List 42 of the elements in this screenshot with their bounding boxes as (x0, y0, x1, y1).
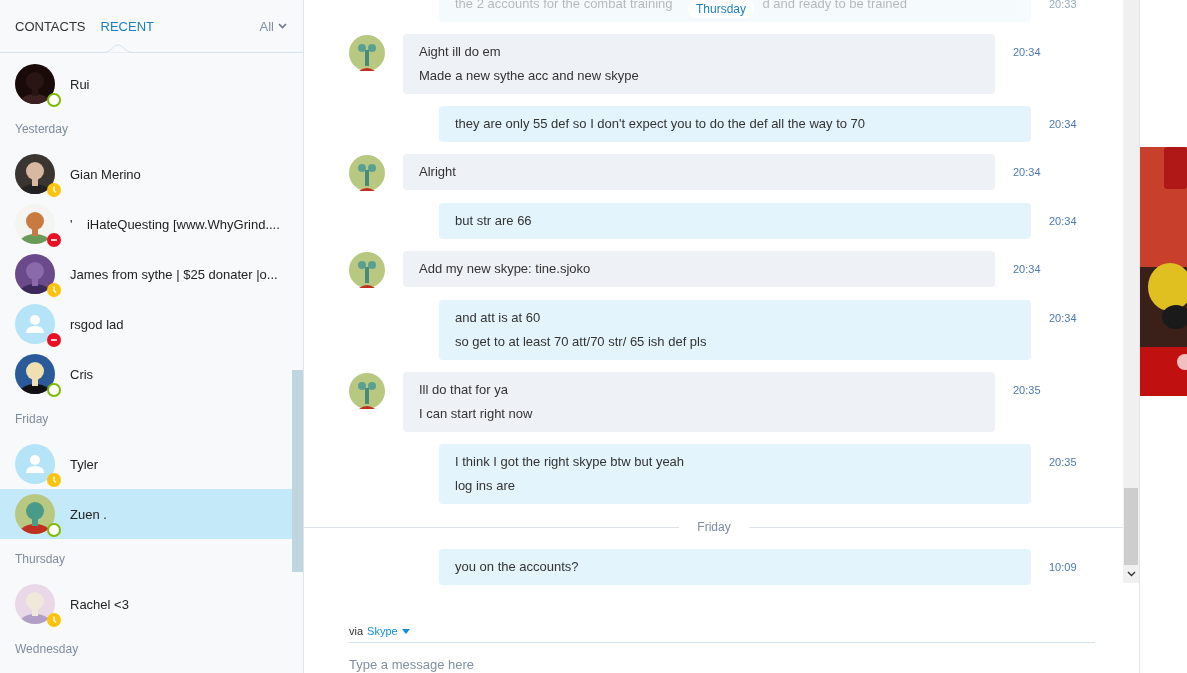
message-time: 20:34 (1013, 45, 1041, 60)
caret-icon (401, 628, 410, 634)
service-dropdown[interactable]: Skype (367, 625, 410, 637)
message-input[interactable]: Type a message here (349, 657, 749, 672)
date-heading: Wednesday (14, 641, 80, 658)
contact-item[interactable]: Rachel <3 (0, 579, 292, 629)
message-time: 20:33 (1049, 0, 1077, 12)
scrollbar-thumb[interactable] (1124, 488, 1138, 565)
chevron-down-icon (278, 23, 287, 29)
date-heading: Thursday (14, 551, 67, 568)
message-time: 20:34 (1049, 311, 1077, 326)
message-bubble: I think I got the right skype btw but yeah log ins are (439, 444, 1031, 504)
contact-item[interactable]: Cris (0, 349, 292, 399)
avatar-icon (15, 444, 55, 484)
message-bubble: and att is at 60 so get to at least 70 att/70 str/ 65 ish def pls (439, 300, 1031, 360)
message-time: 20:35 (1013, 383, 1041, 398)
message-time: 20:35 (1049, 455, 1077, 470)
via-label: via (349, 625, 364, 637)
tab[interactable]: RECENT (100, 18, 154, 34)
contact-item[interactable]: Rui (0, 59, 292, 109)
message-bubble: you on the accounts? (439, 549, 1031, 585)
message-time: 20:34 (1013, 262, 1041, 277)
message-bubble: Aight ill do em Made a new sythe acc and new skype (403, 34, 995, 94)
message-time: 20:34 (1049, 214, 1077, 229)
avatar-icon (15, 304, 55, 344)
tab[interactable]: CONTACTS (15, 18, 86, 34)
message-time: 10:09 (1049, 560, 1077, 575)
message-bubble: but str are 66 (439, 203, 1031, 239)
date-heading: Thursday (688, 0, 755, 18)
message-bubble: Ill do that for ya I can start right now (403, 372, 995, 432)
message-bubble: they are only 55 def so I don't expect you to do the def all the way to 70 (439, 106, 1031, 142)
message-bubble: Alright (403, 154, 995, 190)
contact-item[interactable]: Zuen . (0, 489, 292, 539)
message-bubble: Add my new skype: tine.sjoko (403, 251, 995, 287)
date-heading: Yesterday (14, 121, 69, 138)
message-time: 20:34 (1049, 117, 1077, 132)
scrollbar-thumb[interactable] (292, 370, 303, 572)
message-time: 20:34 (1013, 165, 1041, 180)
scroll-down-icon[interactable] (1127, 571, 1136, 577)
contact-item[interactable]: Tyler (0, 439, 292, 489)
contact-item[interactable]: rsgod lad (0, 299, 292, 349)
date-heading: Friday (14, 411, 50, 428)
